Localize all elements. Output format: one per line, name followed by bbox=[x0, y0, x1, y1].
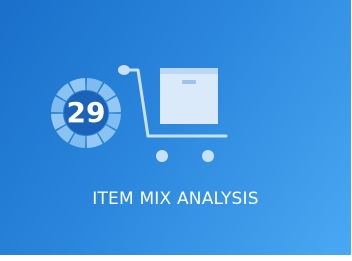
shopping-cart-icon bbox=[118, 65, 228, 162]
item-count-badge: 29 bbox=[50, 77, 122, 149]
tile-label: ITEM MIX ANALYSIS bbox=[92, 189, 259, 209]
badge-count: 29 bbox=[66, 96, 106, 129]
item-mix-analysis-tile[interactable]: 29 ITEM MIX ANALYSIS bbox=[0, 0, 351, 255]
